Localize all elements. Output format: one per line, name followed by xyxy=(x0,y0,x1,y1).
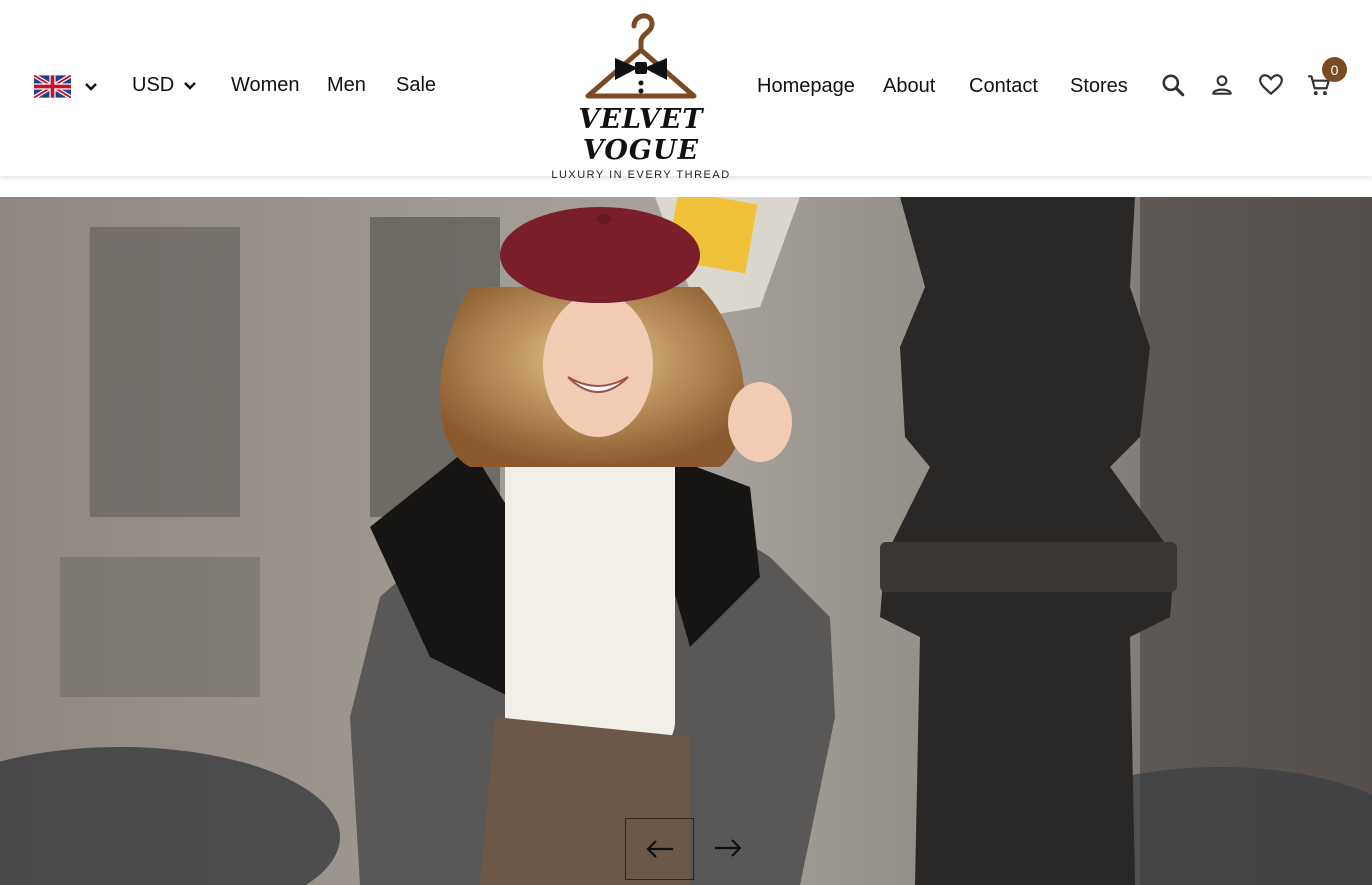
currency-label: USD xyxy=(132,74,175,96)
arrow-left-icon xyxy=(645,840,673,858)
account-button[interactable] xyxy=(1207,70,1237,100)
search-icon xyxy=(1162,74,1185,97)
hanger-bowtie-icon xyxy=(585,13,697,99)
slider-controls xyxy=(625,818,761,880)
search-button[interactable] xyxy=(1158,70,1188,100)
uk-flag-icon xyxy=(34,75,71,98)
currency-selector[interactable]: USD xyxy=(132,74,198,97)
hero-slider xyxy=(0,197,1372,885)
nav-link-men[interactable]: Men xyxy=(327,74,366,97)
chevron-down-icon xyxy=(184,81,197,90)
heart-icon xyxy=(1259,74,1283,96)
brand-tagline: LUXURY IN EVERY THREAD xyxy=(551,169,731,181)
slider-prev-button[interactable] xyxy=(625,818,694,880)
site-header: USD Women Men Sale VELVET VOGUE LUXURY I… xyxy=(0,0,1372,181)
nav-link-contact[interactable]: Contact xyxy=(969,75,1038,98)
nav-link-homepage[interactable]: Homepage xyxy=(757,75,855,98)
language-selector[interactable] xyxy=(34,75,99,98)
brand-name: VELVET VOGUE xyxy=(578,104,704,166)
wishlist-button[interactable] xyxy=(1256,70,1286,100)
cart-count-badge: 0 xyxy=(1322,57,1347,82)
hero-image xyxy=(0,197,1372,885)
user-icon xyxy=(1212,75,1232,95)
nav-link-women[interactable]: Women xyxy=(231,74,300,97)
arrow-right-icon xyxy=(714,839,742,857)
slider-next-button[interactable] xyxy=(694,818,761,878)
nav-link-sale[interactable]: Sale xyxy=(396,74,436,97)
nav-link-stores[interactable]: Stores xyxy=(1070,75,1128,98)
brand-logo[interactable]: VELVET VOGUE LUXURY IN EVERY THREAD xyxy=(538,10,744,181)
chevron-down-icon xyxy=(85,82,97,91)
nav-link-about[interactable]: About xyxy=(883,75,935,98)
